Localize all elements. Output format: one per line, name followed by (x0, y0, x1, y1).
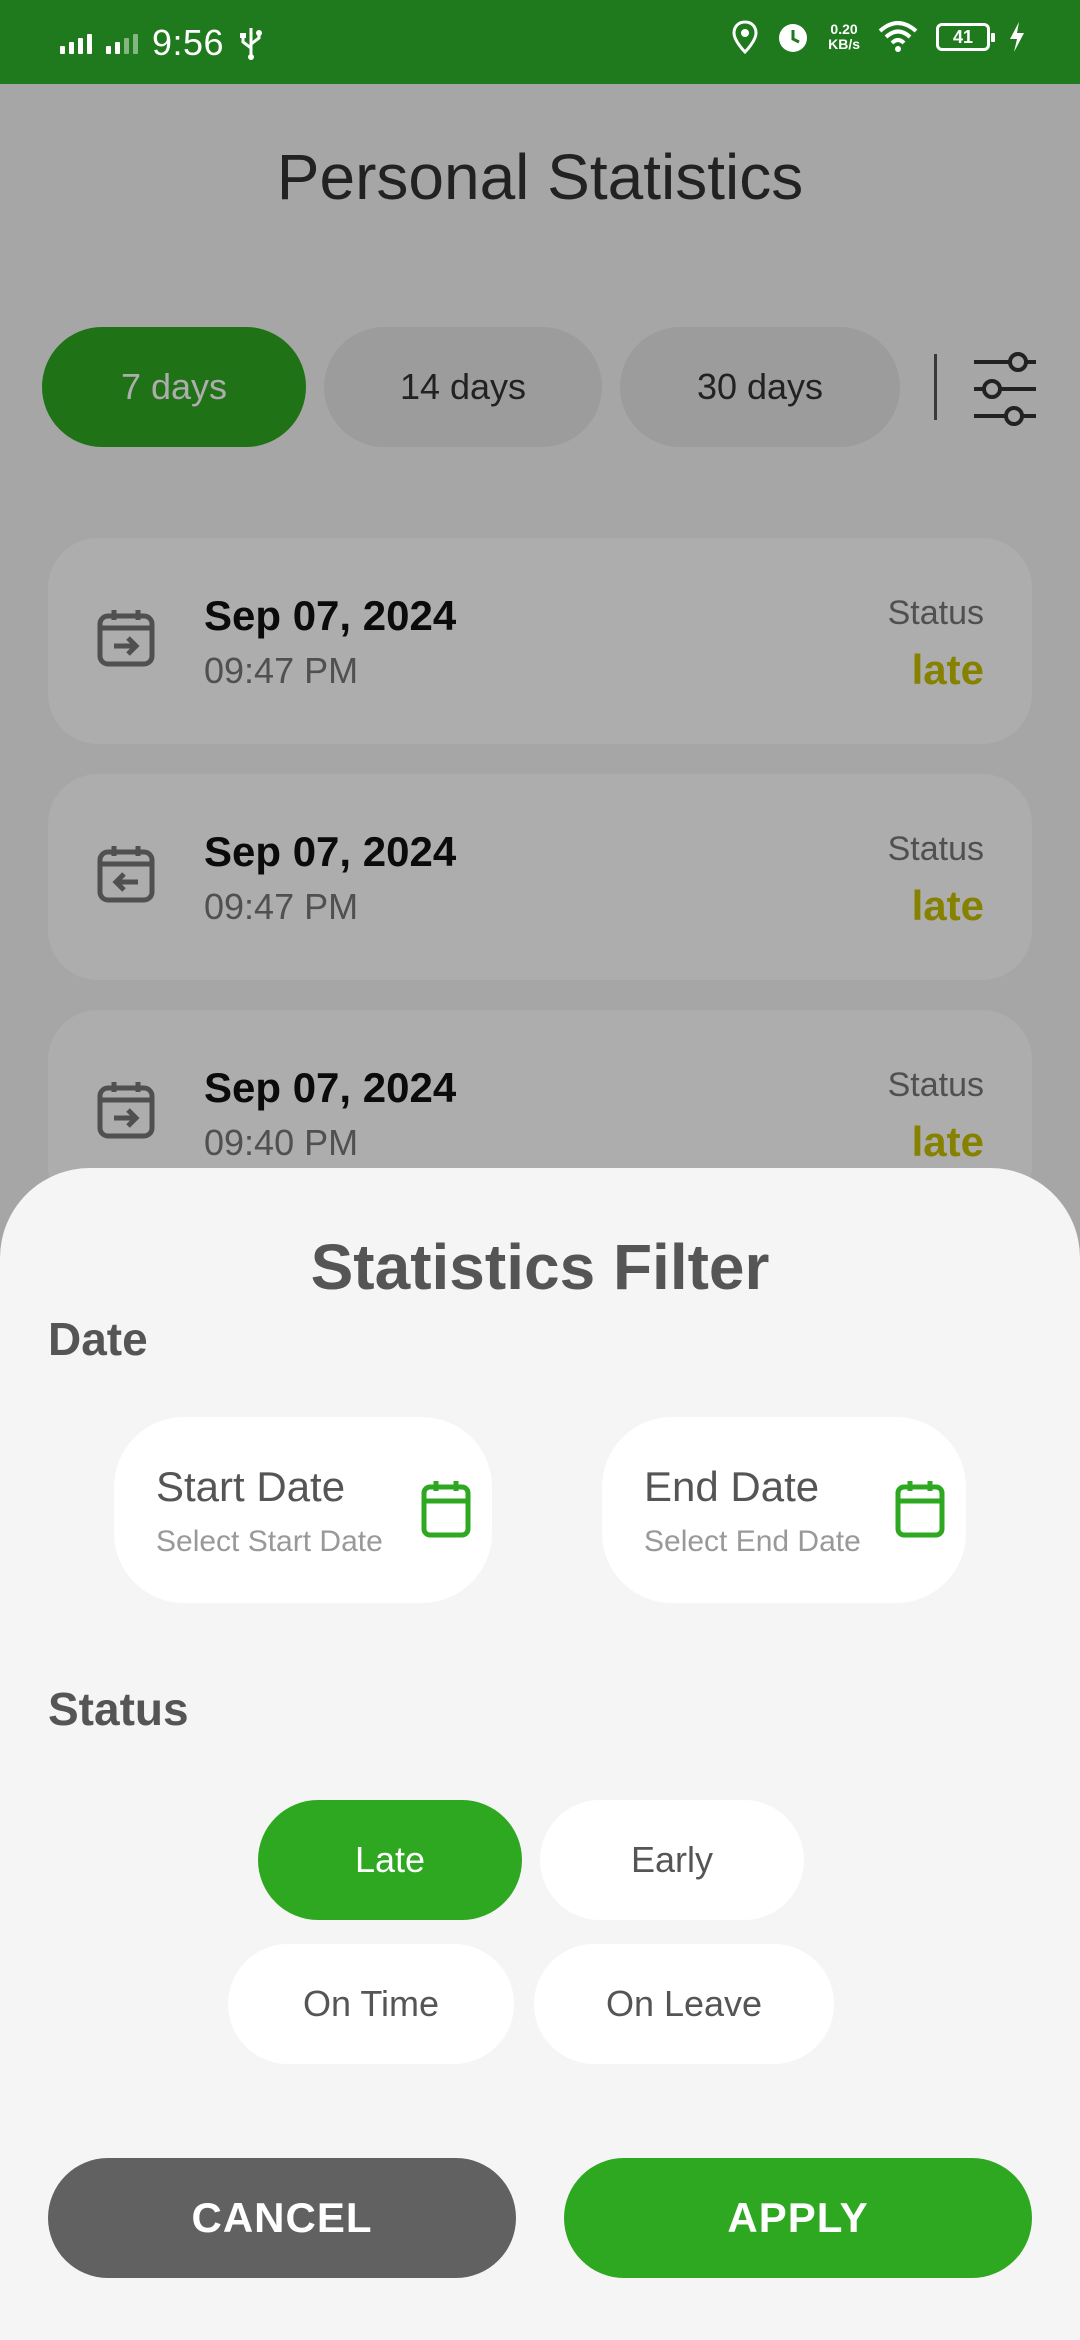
usb-icon (240, 28, 263, 60)
signal-secondary-icon (106, 32, 138, 54)
date-section-label: Date (48, 1313, 148, 1365)
wifi-icon (878, 21, 918, 52)
calendar-icon[interactable] (420, 1479, 472, 1539)
calendar-icon[interactable] (894, 1479, 946, 1539)
end-date-field[interactable]: End Date Select End Date (602, 1417, 966, 1603)
location-icon (732, 20, 758, 54)
alarm-icon (779, 24, 808, 52)
status-bar-right: 0.20 KB/s 41 (732, 20, 1026, 54)
status-bar: 9:56 0.20 KB/s 41 (0, 0, 1080, 84)
end-date-label: End Date (644, 1463, 820, 1510)
start-date-label: Start Date (156, 1463, 346, 1510)
start-date-field[interactable]: Start Date Select Start Date (114, 1417, 492, 1603)
network-speed: 0.20 KB/s (828, 21, 860, 52)
status-chip-on-leave[interactable]: On Leave (534, 1944, 834, 2064)
start-date-placeholder: Select Start Date (156, 1525, 383, 1558)
cancel-button[interactable]: CANCEL (48, 2158, 516, 2278)
apply-button[interactable]: APPLY (564, 2158, 1032, 2278)
status-bar-left: 9:56 (60, 22, 264, 64)
signal-icon (60, 32, 92, 54)
status-chip-early[interactable]: Early (540, 1800, 804, 1920)
clock: 9:56 (152, 22, 225, 63)
end-date-placeholder: Select End Date (644, 1525, 861, 1558)
sheet-title: Statistics Filter (310, 1231, 770, 1303)
battery-icon: 41 (936, 23, 995, 51)
status-chip-on-time[interactable]: On Time (228, 1944, 514, 2064)
charging-icon (1010, 22, 1024, 52)
filter-bottom-sheet: Statistics Filter Date Start Date Select… (0, 1168, 1080, 2340)
status-section-label: Status (48, 1683, 189, 1735)
status-chip-late[interactable]: Late (258, 1800, 522, 1920)
